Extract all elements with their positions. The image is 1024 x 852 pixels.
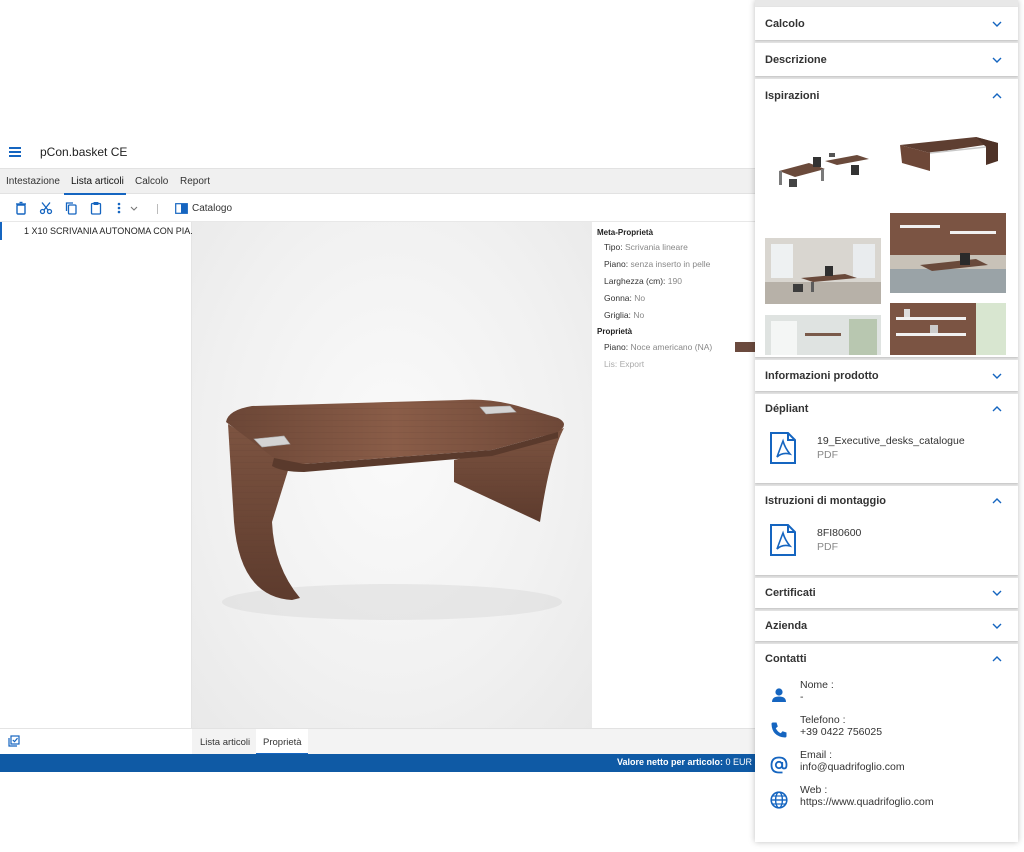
chevron-down-icon (992, 373, 1002, 379)
property-row[interactable]: Larghezza (cm): 190 (604, 276, 682, 286)
main-tabs: Intestazione Lista articoli Calcolo Repo… (0, 168, 760, 195)
section-ispirazioni-header[interactable]: Ispirazioni (755, 79, 1018, 114)
depliant-file-name: 19_Executive_desks_catalogue (817, 435, 965, 447)
section-istruzioni-montaggio: Istruzioni di montaggio 8FI80600 PDF (755, 486, 1018, 575)
active-tab-indicator (64, 193, 126, 195)
section-ispirazioni: Ispirazioni (755, 79, 1018, 357)
istruzioni-file-link[interactable]: 8FI80600 PDF (769, 524, 1009, 560)
section-depliant-header[interactable]: Dépliant (755, 394, 1018, 429)
pdf-icon (770, 432, 796, 464)
section-descrizione-header[interactable]: Descrizione (755, 43, 1018, 78)
istruzioni-file-type: PDF (817, 541, 838, 553)
contact-email[interactable]: Email : info@quadrifoglio.com (769, 749, 1009, 781)
catalog-icon (175, 202, 188, 214)
chevron-up-icon (992, 498, 1002, 504)
istruzioni-file-name: 8FI80600 (817, 527, 862, 539)
chevron-down-icon[interactable] (129, 201, 139, 215)
section-azienda: Azienda (755, 611, 1018, 641)
title-bar: pCon.basket CE (0, 138, 760, 167)
property-row[interactable]: Gonna: No (604, 293, 645, 303)
bottom-tab-lista-articoli[interactable]: Lista articoli (200, 737, 250, 748)
pdf-icon (770, 524, 796, 556)
bottom-tab-proprieta[interactable]: Proprietà (263, 737, 302, 748)
section-certificati-header[interactable]: Certificati (755, 578, 1018, 613)
app-window: pCon.basket CE Intestazione Lista artico… (0, 138, 760, 774)
list-item[interactable]: 1 X10 SCRIVANIA AUTONOMA CON PIA... (0, 222, 198, 240)
properties-pane: Meta-Proprietà Tipo: Scrivania lineare P… (592, 222, 760, 728)
chevron-down-icon (992, 590, 1002, 596)
3d-viewer[interactable] (192, 222, 592, 728)
depliant-file-type: PDF (817, 449, 838, 461)
property-row[interactable]: Griglia: No (604, 310, 644, 320)
phone-icon (771, 722, 787, 738)
copy-icon[interactable] (64, 201, 78, 215)
desk-render (222, 399, 564, 620)
product-info-panel: Calcolo Descrizione Ispirazioni Informaz… (755, 0, 1018, 842)
chevron-up-icon (992, 656, 1002, 662)
left-pane-footer (0, 728, 192, 754)
section-depliant: Dépliant 19_Executive_desks_catalogue PD… (755, 394, 1018, 483)
chevron-down-icon (992, 57, 1002, 63)
at-icon (770, 756, 788, 774)
list-item-label: 1 X10 SCRIVANIA AUTONOMA CON PIA... (24, 226, 198, 236)
section-azienda-header[interactable]: Azienda (755, 611, 1018, 646)
section-informazioni-prodotto-header[interactable]: Informazioni prodotto (755, 360, 1018, 395)
inspiration-image[interactable] (890, 213, 1006, 293)
chevron-down-icon (992, 21, 1002, 27)
meta-properties-heading: Meta-Proprietà (597, 228, 654, 237)
inspiration-image[interactable] (890, 123, 1006, 203)
inspiration-image[interactable] (890, 303, 1006, 355)
catalog-label: Catalogo (192, 202, 233, 214)
contact-web[interactable]: Web : https://www.quadrifoglio.com (769, 784, 1009, 816)
status-bar: Valore netto per articolo: 0 EUR (0, 754, 760, 772)
article-list-pane: 1 X10 SCRIVANIA AUTONOMA CON PIA... (0, 222, 198, 728)
delete-icon[interactable] (14, 201, 28, 215)
chevron-up-icon (992, 406, 1002, 412)
property-row-disabled: Lis: Export (604, 359, 645, 369)
section-calcolo: Calcolo (755, 7, 1018, 40)
section-descrizione: Descrizione (755, 43, 1018, 76)
person-icon (772, 688, 786, 702)
tab-calcolo[interactable]: Calcolo (135, 176, 168, 187)
menu-icon[interactable] (9, 147, 21, 157)
section-istruzioni-montaggio-header[interactable]: Istruzioni di montaggio (755, 486, 1018, 521)
app-title: pCon.basket CE (40, 145, 128, 159)
inspiration-image[interactable] (765, 315, 881, 355)
material-swatch (735, 342, 755, 352)
contact-telefono[interactable]: Telefono : +39 0422 756025 (769, 714, 1009, 746)
section-informazioni-prodotto: Informazioni prodotto (755, 360, 1018, 391)
chevron-up-icon (992, 93, 1002, 99)
catalog-button[interactable]: Catalogo (175, 201, 232, 215)
inspiration-image[interactable] (765, 123, 881, 203)
cut-icon[interactable] (39, 201, 53, 215)
section-calcolo-header[interactable]: Calcolo (755, 7, 1018, 42)
section-contatti-header[interactable]: Contatti (755, 644, 1018, 679)
chevron-down-icon (992, 623, 1002, 629)
paste-icon[interactable] (89, 201, 103, 215)
inspiration-image[interactable] (765, 238, 881, 304)
property-row[interactable]: Piano: Noce americano (NA) (604, 342, 712, 352)
depliant-file-link[interactable]: 19_Executive_desks_catalogue PDF (769, 432, 1009, 468)
section-certificati: Certificati (755, 578, 1018, 608)
tab-intestazione[interactable]: Intestazione (6, 176, 60, 187)
net-value-status: Valore netto per articolo: 0 EUR (616, 757, 752, 767)
globe-icon (770, 791, 788, 809)
contact-nome: Nome : - (769, 679, 1009, 711)
property-row[interactable]: Tipo: Scrivania lineare (604, 242, 688, 252)
properties-heading: Proprietà (597, 327, 633, 336)
tab-report[interactable]: Report (180, 176, 210, 187)
toolbar-divider (157, 204, 158, 214)
toolbar: Catalogo (0, 196, 760, 222)
checklist-icon[interactable] (8, 735, 20, 747)
bottom-tabs: Lista articoli Proprietà (192, 728, 760, 755)
tab-lista-articoli[interactable]: Lista articoli (71, 176, 124, 187)
more-options-icon[interactable] (112, 201, 126, 215)
section-contatti: Contatti Nome : - Telefono : +39 0422 75… (755, 644, 1018, 842)
property-row[interactable]: Piano: senza inserto in pelle (604, 259, 710, 269)
